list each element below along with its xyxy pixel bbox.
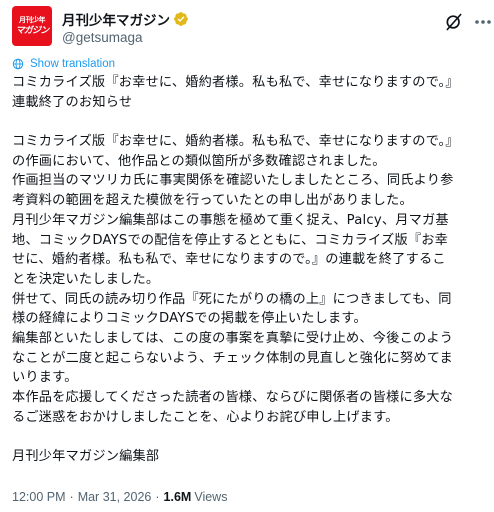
show-translation-link[interactable]: Show translation [12, 56, 115, 72]
post-text-line: コミカライズ版『お幸せに、婚約者様。私も私で、幸せになりますので。』 [12, 134, 459, 150]
post-meta: 12:00 PM · Mar 31, 2026 · 1.6M Views [12, 488, 227, 506]
post-date[interactable]: Mar 31, 2026 [78, 490, 152, 504]
grok-icon[interactable] [444, 12, 464, 32]
post-card: 月刊少年 マガジン 月刊少年マガジン @getsumaga Show trans… [0, 0, 494, 512]
post-text-line: 併せて、同氏の読み切り作品『死にたがりの橋の上』につきましても、同 [12, 291, 452, 307]
post-text-line: 連載終了のお知らせ [12, 94, 133, 110]
post-text-line [12, 112, 484, 132]
avatar-text-line2: マガジン [15, 25, 50, 36]
avatar-text-line1: 月刊少年 [19, 15, 46, 24]
more-icon[interactable] [472, 12, 494, 32]
meta-separator: · [155, 490, 160, 504]
views-label: Views [194, 490, 228, 504]
post-text-line: 月刊少年マガジン編集部はこの事態を極めて重く捉え、Palcy、月マガ基 [12, 212, 449, 228]
post-text-line: 地、コミックDAYSでの配信を停止するとともに、コミカライズ版『お幸 [12, 232, 448, 248]
post-text: コミカライズ版『お幸せに、婚約者様。私も私で、幸せになりますので。』 連載終了の… [12, 73, 484, 467]
globe-icon [12, 58, 24, 70]
post-text-line: の作画において、他作品との類似箇所が多数確認されました。 [12, 153, 386, 169]
handle[interactable]: @getsumaga [62, 30, 143, 45]
post-text-line: せに、婚約者様。私も私で、幸せになりますので。』の連載を終了するこ [12, 252, 446, 268]
verified-badge-icon [174, 12, 188, 26]
post-text-line: なことが二度と起こらないよう、チェック体制の見直しと強化に努めてま [12, 350, 453, 366]
show-translation-label: Show translation [30, 58, 116, 70]
post-text-line: 編集部といたしましては、この度の事案を真摯に受け止め、今後このよう [12, 330, 454, 346]
post-text-line: コミカライズ版『お幸せに、婚約者様。私も私で、幸せになりますので。』 [12, 75, 459, 90]
post-text-line: 月刊少年マガジン編集部 [12, 449, 160, 465]
post-text-line: 様の経緯によりコミックDAYSでの掲載を停止いたします。 [12, 311, 367, 327]
name-row: 月刊少年マガジン [62, 9, 189, 29]
views-count: 1.6M [163, 490, 192, 504]
post-text-line: いります。 [12, 370, 78, 386]
post-time[interactable]: 12:00 PM [12, 490, 66, 504]
post-text-line: るご迷惑をおかけしましたことを、心よりお詫び申し上げます。 [12, 409, 399, 425]
post-text-line: 考資料の範囲を超えた模倣を行っていたとの申し出がありました。 [12, 193, 413, 209]
post-text-line: とを決定いたしました。 [12, 271, 160, 287]
post-text-line: 作画担当のマツリカ氏に事実関係を確認いたしましたところ、同氏より参 [12, 173, 454, 189]
post-text-line: 本作品を応援してくださった読者の皆様、ならびに関係者の皆様に多大な [12, 390, 453, 405]
avatar[interactable]: 月刊少年 マガジン [12, 6, 52, 46]
meta-separator: · [69, 490, 74, 504]
post-text-line [12, 427, 484, 447]
display-name[interactable]: 月刊少年マガジン [62, 9, 170, 29]
post-header: 月刊少年 マガジン 月刊少年マガジン @getsumaga [12, 6, 491, 52]
